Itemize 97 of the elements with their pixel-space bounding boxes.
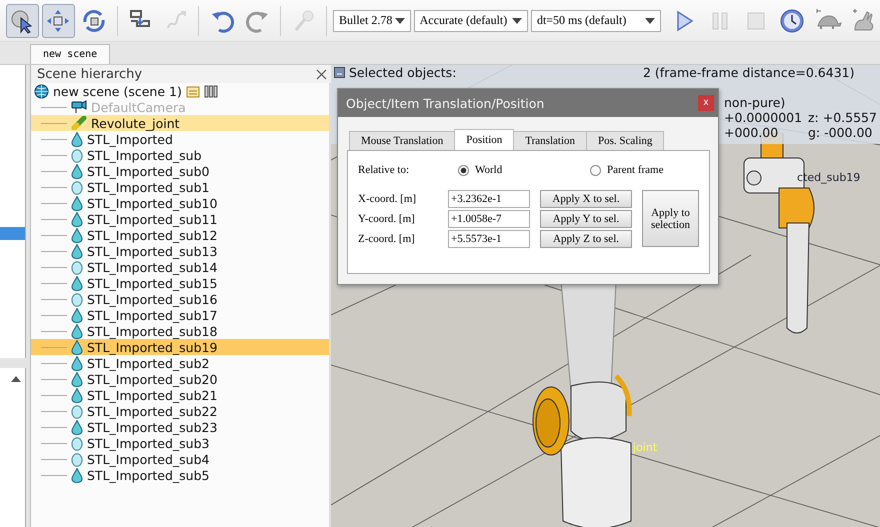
info-text: z: +0.5557 — [808, 110, 878, 125]
tree-item[interactable]: STL_Imported_sub21 — [31, 387, 329, 403]
dialog-title: Object/Item Translation/Position — [346, 96, 544, 110]
tree-item[interactable]: STL_Imported_sub — [31, 147, 329, 163]
drop-icon — [71, 372, 83, 386]
drop-icon — [71, 388, 83, 402]
tree-item[interactable]: STL_Imported_sub17 — [31, 307, 329, 323]
caret-icon — [394, 18, 405, 24]
toolbar-button[interactable] — [42, 4, 75, 38]
drop-icon — [71, 308, 83, 322]
radio-option[interactable]: Parent frame — [590, 164, 664, 176]
drop-icon — [71, 340, 83, 354]
apply-button[interactable]: Apply X to sel. — [540, 190, 632, 208]
dialog-tab[interactable]: Translation — [513, 131, 588, 150]
tree-item[interactable]: STL_Imported_sub22 — [31, 403, 329, 419]
drop-icon — [71, 324, 83, 338]
egg-icon — [71, 292, 83, 306]
scroll-up-icon[interactable] — [11, 376, 21, 382]
apply-button[interactable]: Apply Y to sel. — [540, 210, 632, 228]
tree-item[interactable]: STL_Imported_sub2 — [31, 355, 329, 371]
drop-icon — [71, 164, 83, 178]
egg-icon — [71, 404, 83, 418]
script-icon[interactable] — [186, 84, 200, 98]
tree-item[interactable]: STL_Imported_sub14 — [31, 259, 329, 275]
info-value: 2 (frame-frame distance=0.6431) — [643, 65, 854, 80]
drop-icon — [71, 420, 83, 434]
close-button[interactable]: x — [698, 95, 714, 111]
info-text: +000.00 — [724, 125, 780, 140]
tree-item[interactable]: STL_Imported_sub12 — [31, 227, 329, 243]
info-text: g: -000.00 — [808, 125, 874, 140]
drop-icon — [71, 212, 83, 226]
caret-icon — [512, 18, 522, 24]
camera-icon — [71, 100, 87, 114]
egg-icon — [71, 436, 83, 450]
tree-item[interactable]: STL_Imported_sub4 — [31, 451, 329, 467]
scene-tab[interactable]: new scene — [30, 44, 110, 64]
info-label: Selected objects: — [349, 65, 458, 80]
tree-item[interactable]: STL_Imported_sub15 — [31, 275, 329, 291]
drop-icon — [71, 244, 83, 258]
drop-icon — [71, 356, 83, 370]
dialog-tab[interactable]: Mouse Translation — [349, 131, 456, 150]
apply-to-selection-button[interactable]: Apply to selection — [642, 190, 699, 247]
close-icon[interactable] — [316, 68, 327, 80]
tree-item[interactable]: STL_Imported_sub5 — [31, 467, 329, 483]
columns-icon[interactable] — [204, 84, 218, 98]
globe-icon — [34, 84, 49, 98]
tree-item[interactable]: STL_Imported_sub16 — [31, 291, 329, 307]
tree-item[interactable]: new scene (scene 1) — [53, 84, 182, 98]
engine-dropdown[interactable]: Bullet 2.78 — [333, 10, 411, 32]
toolbar-button[interactable] — [6, 4, 39, 38]
coord-label: Z-coord. [m] — [358, 233, 416, 245]
info-text: +0.0000001 — [724, 110, 804, 125]
engine-dropdown[interactable]: Accurate (default) — [414, 10, 528, 32]
egg-icon — [71, 260, 83, 274]
dialog-tab[interactable]: Position — [454, 129, 514, 150]
coord-input[interactable]: +3.2362e-1 — [448, 190, 530, 208]
info-text: non-pure) — [724, 95, 786, 110]
coord-input[interactable]: +5.5573e-1 — [448, 230, 530, 248]
tree-item[interactable]: STL_Imported_sub0 — [31, 163, 329, 179]
relative-label: Relative to: — [358, 164, 410, 176]
collapse-icon[interactable] — [334, 67, 345, 78]
caret-icon — [644, 18, 655, 24]
tree-item[interactable]: Revolute_joint — [31, 115, 329, 131]
egg-icon — [71, 452, 83, 466]
tree-item[interactable]: STL_Imported_sub13 — [31, 243, 329, 259]
tree-item[interactable]: STL_Imported_sub18 — [31, 323, 329, 339]
object-label: joint — [633, 441, 658, 454]
tree-item[interactable]: STL_Imported_sub19 — [31, 339, 329, 355]
tree-item[interactable]: STL_Imported — [31, 131, 329, 147]
radio-button[interactable] — [458, 164, 469, 176]
tree-item[interactable]: STL_Imported_sub1 — [31, 179, 329, 195]
drop-icon — [71, 276, 83, 290]
coord-label: Y-coord. [m] — [358, 213, 416, 225]
3d-viewport[interactable] — [331, 65, 880, 527]
egg-icon — [71, 180, 83, 194]
apply-button[interactable]: Apply Z to sel. — [540, 230, 632, 248]
tree-item[interactable]: STL_Imported_sub3 — [31, 435, 329, 451]
drop-icon — [71, 468, 83, 482]
clock-icon — [778, 8, 805, 34]
drop-icon — [71, 196, 83, 210]
radio-option[interactable]: World — [458, 164, 590, 176]
joint-icon — [71, 116, 87, 130]
drop-icon — [71, 132, 83, 146]
tree-item[interactable]: STL_Imported_sub23 — [31, 419, 329, 435]
move-arrows-icon — [45, 8, 72, 34]
engine-dropdown[interactable]: dt=50 ms (default) — [530, 10, 661, 32]
tree-item[interactable]: STL_Imported_sub10 — [31, 195, 329, 211]
tree-item[interactable]: STL_Imported_sub11 — [31, 211, 329, 227]
egg-icon — [71, 148, 83, 162]
tree-item[interactable]: STL_Imported_sub20 — [31, 371, 329, 387]
dialog-tab[interactable]: Pos. Scaling — [586, 131, 664, 150]
coord-label: X-coord. [m] — [358, 193, 418, 205]
radio-button[interactable] — [590, 164, 601, 176]
panel-title: Scene hierarchy — [37, 66, 142, 82]
rotate-icon — [81, 8, 108, 34]
coord-input[interactable]: +1.0058e-7 — [448, 210, 530, 228]
drop-icon — [71, 228, 83, 242]
